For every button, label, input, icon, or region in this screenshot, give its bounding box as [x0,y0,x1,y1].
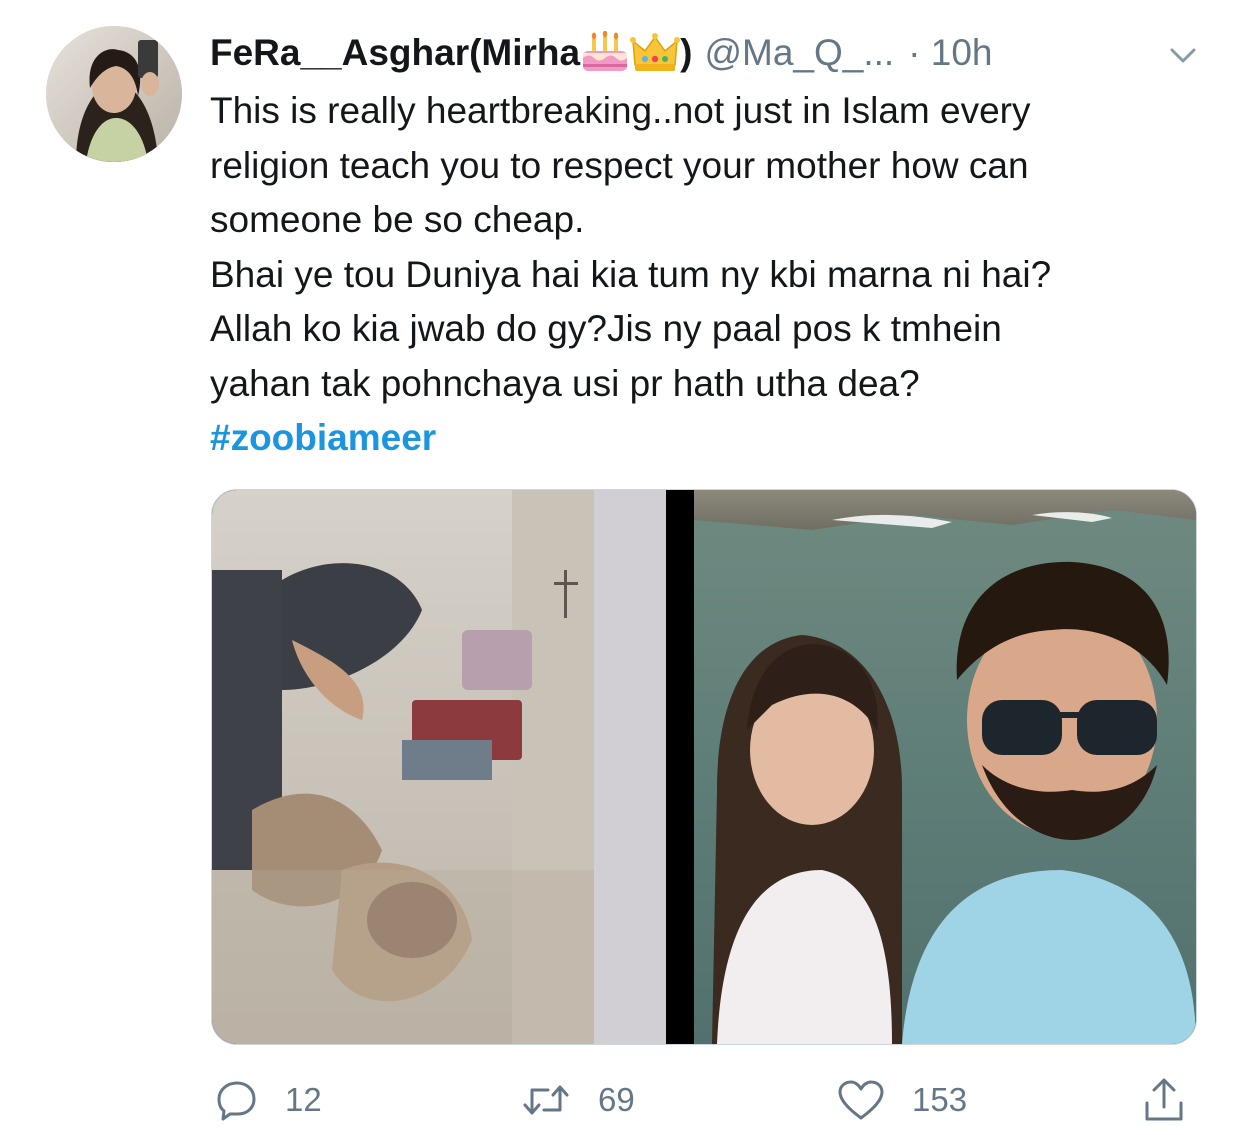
reply-count: 12 [285,1081,322,1118]
tweet-text-line: yahan tak pohnchaya usi pr hath utha dea… [210,362,920,404]
retweet-button[interactable]: 69 [520,1072,635,1128]
retweet-icon [523,1085,569,1115]
tweet-text: This is really heartbreaking..not just i… [210,84,1210,466]
heart-icon [838,1080,884,1120]
tweet-text-line: someone be so cheap. [210,199,585,240]
tweet-header: FeRa__Asghar(Mirha ) @Ma_Q_... · 10h [210,28,1200,78]
reply-button[interactable]: 12 [215,1072,322,1128]
like-button[interactable]: 153 [836,1072,967,1128]
tweet-actions: 12 69 153 [0,1072,1242,1128]
avatar[interactable] [46,26,182,162]
reply-icon [217,1081,256,1121]
timestamp[interactable]: · 10h [908,28,992,78]
birthday-cake-icon [580,31,630,75]
tweet-text-line: Bhai ye tou Duniya hai kia tum ny kbi ma… [210,253,1052,295]
share-button[interactable] [1142,1072,1186,1128]
hashtag-link[interactable]: #zoobiameer [210,411,1210,466]
display-name-close: ) [680,32,693,73]
media-left-image [212,490,594,1044]
crown-icon [630,31,681,75]
media-right-image [694,490,1196,1044]
display-name[interactable]: FeRa__Asghar(Mirha [210,28,580,78]
tweet-text-line: This is really heartbreaking..not just i… [210,90,1031,131]
share-icon [1145,1078,1183,1121]
like-count: 153 [912,1081,968,1118]
chevron-down-icon[interactable] [1166,36,1200,70]
tweet-text-line: religion teach you to respect your mothe… [210,144,1029,186]
user-handle[interactable]: @Ma_Q_... [704,28,894,78]
tweet-media[interactable] [211,489,1197,1045]
retweet-count: 69 [598,1081,635,1118]
tweet-text-line: Allah ko kia jwab do gy?Jis ny paal pos … [210,308,1002,349]
